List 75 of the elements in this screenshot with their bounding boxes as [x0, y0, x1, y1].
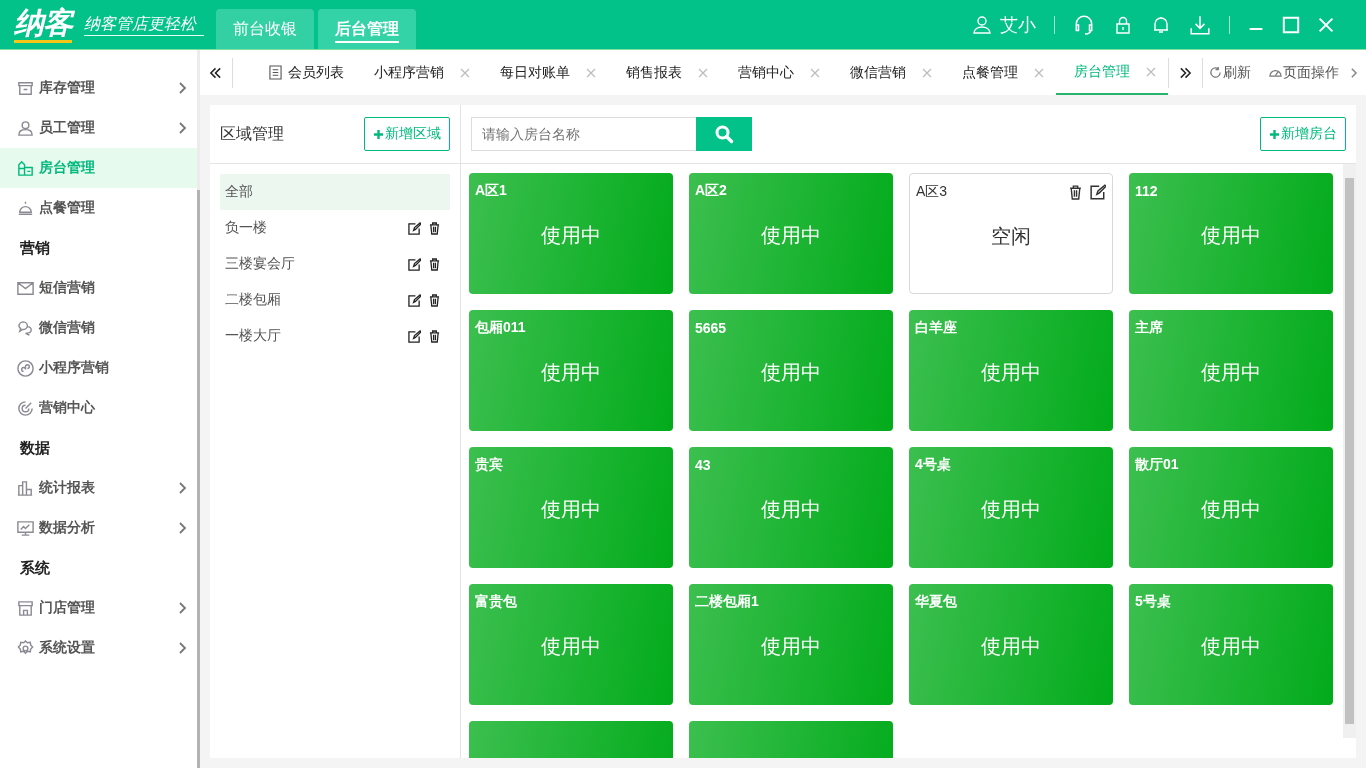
search-field[interactable]: 请输入房台名称: [471, 117, 696, 151]
page-tab[interactable]: 每日对账单: [481, 50, 608, 95]
notification-bell-icon[interactable]: [1151, 14, 1171, 35]
user-icon[interactable]: [972, 14, 992, 35]
lock-icon[interactable]: [1113, 14, 1133, 35]
maximize-icon[interactable]: [1282, 15, 1300, 34]
edit-icon[interactable]: [408, 293, 421, 307]
target-icon: [16, 398, 35, 418]
document-icon: [268, 65, 282, 80]
monitor-icon: [16, 518, 35, 538]
page-tab[interactable]: 营销中心: [719, 50, 832, 95]
page-tab[interactable]: 点餐管理: [943, 50, 1056, 95]
double-chevron-left-icon[interactable]: [209, 66, 223, 79]
close-tab-icon[interactable]: [1033, 67, 1044, 78]
close-tab-icon[interactable]: [1145, 66, 1156, 77]
trash-icon[interactable]: [429, 221, 440, 235]
trash-icon[interactable]: [429, 329, 440, 343]
link-icon: [16, 358, 35, 378]
download-icon[interactable]: [1189, 13, 1211, 36]
page-actions-button[interactable]: 页面操作: [1269, 63, 1340, 82]
scrollbar[interactable]: [197, 50, 200, 768]
search-button[interactable]: [696, 117, 752, 151]
sidebar-item[interactable]: 微信营销: [0, 308, 197, 348]
sidebar-item[interactable]: 营销中心: [0, 388, 197, 428]
edit-icon[interactable]: [408, 257, 421, 271]
page-tab[interactable]: 销售报表: [607, 50, 720, 95]
area-item[interactable]: 二楼包厢: [220, 282, 450, 318]
sidebar-item[interactable]: 短信营销: [0, 268, 197, 308]
building-icon: [16, 158, 35, 178]
headset-icon[interactable]: [1073, 13, 1095, 36]
trash-icon[interactable]: [429, 293, 440, 307]
slogan: 纳客管店更轻松: [84, 13, 204, 36]
close-tab-icon[interactable]: [921, 67, 932, 78]
sidebar-item[interactable]: 系统设置: [0, 628, 197, 668]
plus-icon: [1269, 128, 1280, 140]
sidebar-item[interactable]: 门店管理: [0, 588, 197, 628]
edit-icon[interactable]: [1090, 184, 1106, 200]
edit-icon[interactable]: [408, 221, 421, 235]
section-heading: 营销: [19, 238, 51, 258]
section-heading: 系统: [19, 558, 51, 578]
store-icon: [16, 598, 35, 618]
sidebar-item[interactable]: 点餐管理: [0, 188, 197, 228]
bar-chart-icon: [16, 478, 35, 498]
page-tab[interactable]: 小程序营销: [355, 50, 482, 95]
area-item[interactable]: 全部: [220, 174, 450, 210]
close-tab-icon[interactable]: [459, 67, 470, 78]
refresh-button[interactable]: 刷新: [1209, 63, 1252, 82]
room-card[interactable]: A区3 空闲: [909, 173, 1113, 294]
plus-icon: [373, 128, 384, 140]
trash-icon[interactable]: [429, 257, 440, 271]
area-item[interactable]: 一楼大厅: [220, 318, 450, 354]
page-tab[interactable]: 会员列表: [250, 50, 356, 95]
search-icon: [714, 124, 734, 144]
area-item[interactable]: 负一楼: [220, 210, 450, 246]
double-chevron-right-icon[interactable]: [1179, 66, 1193, 79]
refresh-icon: [1209, 66, 1223, 79]
close-tab-icon[interactable]: [809, 67, 820, 78]
sidebar-item[interactable]: 数据分析: [0, 508, 197, 548]
area-item[interactable]: 三楼宴会厅: [220, 246, 450, 282]
chat-icon: [16, 318, 35, 338]
sidebar-item[interactable]: 员工管理: [0, 108, 197, 148]
section-heading: 数据: [19, 438, 51, 458]
sidebar-item[interactable]: 统计报表: [0, 468, 197, 508]
sidebar-item[interactable]: 库存管理: [0, 68, 197, 108]
page-tab[interactable]: 微信营销: [831, 50, 944, 95]
chevron-right-icon[interactable]: [1351, 66, 1358, 79]
edit-icon[interactable]: [408, 329, 421, 343]
sidebar-item[interactable]: 小程序营销: [0, 348, 197, 388]
scrollbar[interactable]: [1343, 164, 1356, 738]
close-tab-icon[interactable]: [585, 67, 596, 78]
trash-icon[interactable]: [1069, 184, 1082, 200]
panel-title: 区域管理: [220, 123, 284, 144]
close-tab-icon[interactable]: [697, 67, 708, 78]
close-icon[interactable]: [1318, 16, 1334, 33]
person-icon: [16, 118, 35, 138]
